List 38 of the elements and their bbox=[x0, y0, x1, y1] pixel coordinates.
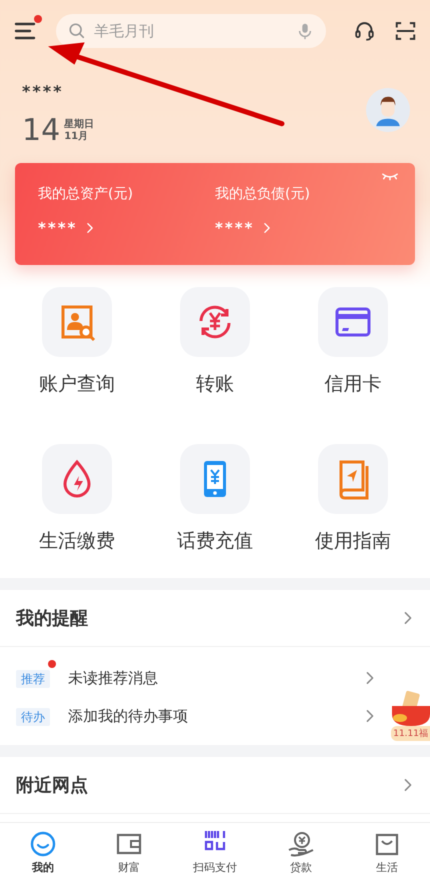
chevron-icon bbox=[262, 221, 272, 235]
nav-tab[interactable]: 扫码支付 bbox=[172, 823, 258, 883]
chevron-icon bbox=[402, 777, 414, 793]
tag-label: 推荐 bbox=[16, 670, 50, 688]
nav-tab[interactable]: 贷款 bbox=[258, 823, 344, 883]
shortcut-item[interactable]: 账户查询 bbox=[8, 287, 146, 422]
shortcut-item[interactable]: 信用卡 bbox=[284, 287, 422, 422]
avatar-icon[interactable] bbox=[366, 88, 410, 132]
shortcut-item[interactable]: 转账 bbox=[146, 287, 284, 422]
asset-label: 我的总资产(元) bbox=[38, 185, 134, 203]
reminder-item[interactable]: 推荐 未读推荐消息 bbox=[0, 659, 392, 697]
chevron-icon bbox=[85, 221, 96, 235]
date-day: 14 bbox=[22, 113, 60, 148]
smiley-icon bbox=[29, 830, 57, 858]
shortcut-item[interactable]: 话费充值 bbox=[146, 444, 284, 578]
chevron-icon bbox=[364, 708, 376, 724]
shortcut-item[interactable]: 使用指南 bbox=[284, 444, 422, 578]
asset-label: 我的总负债(元) bbox=[215, 185, 311, 203]
gift-bowl-icon bbox=[390, 690, 430, 726]
search-input[interactable]: 羊毛月刊 bbox=[92, 21, 290, 41]
weekday-label: 星期日 bbox=[64, 118, 94, 130]
chevron-icon bbox=[402, 610, 414, 626]
search-bar[interactable]: 羊毛月刊 bbox=[56, 14, 326, 48]
menu-icon[interactable] bbox=[14, 21, 38, 41]
chevron-icon bbox=[364, 670, 376, 686]
nav-tab[interactable]: 我的 bbox=[0, 823, 86, 883]
nav-tab[interactable]: 财富 bbox=[86, 823, 172, 883]
hand-coin-icon bbox=[287, 830, 315, 858]
promo-badge[interactable]: 11.11福 bbox=[392, 690, 430, 741]
shortcut-item[interactable]: 生活缴费 bbox=[8, 444, 146, 578]
search-icon bbox=[68, 22, 86, 40]
nav-tab[interactable]: 生活 bbox=[344, 823, 430, 883]
month-label: 11月 bbox=[64, 130, 90, 142]
reminder-header[interactable]: 我的提醒 bbox=[0, 590, 430, 647]
reminder-item[interactable]: 待办 添加我的待办事项 bbox=[0, 697, 392, 735]
nearby-header[interactable]: 附近网点 bbox=[0, 757, 430, 814]
user-name: **** bbox=[22, 82, 64, 101]
tag-label: 待办 bbox=[16, 708, 50, 726]
